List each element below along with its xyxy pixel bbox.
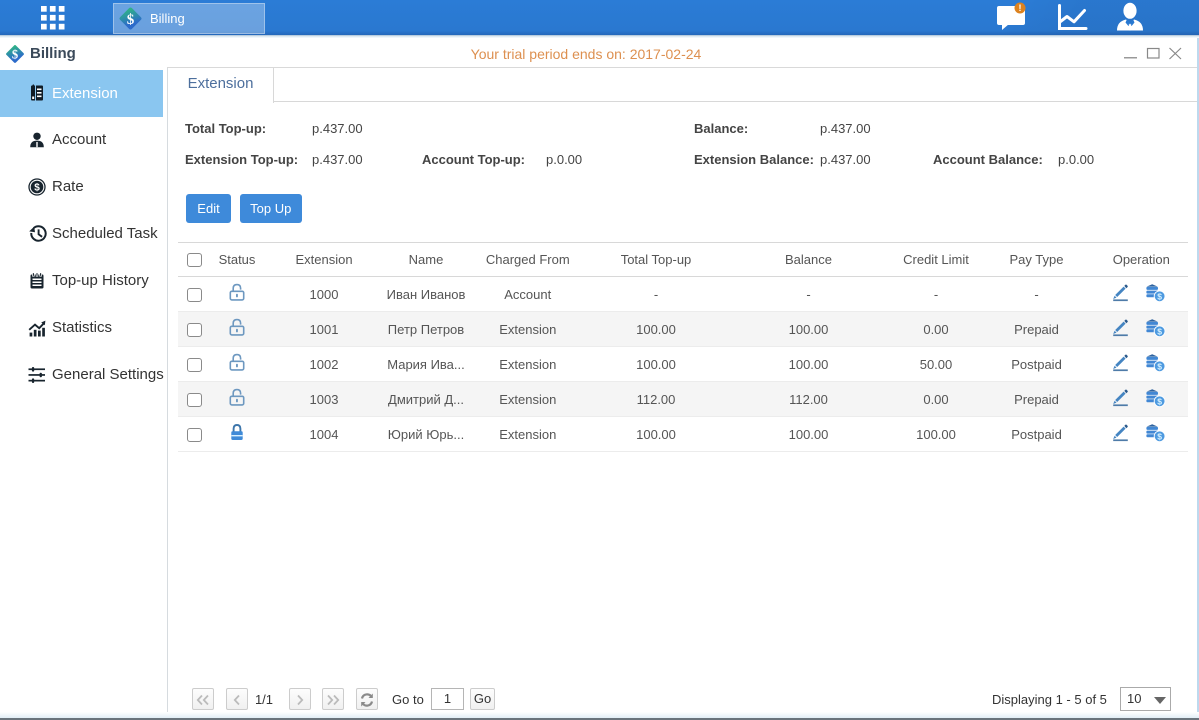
- svg-text:$: $: [127, 12, 135, 28]
- svg-text:$: $: [34, 182, 40, 193]
- svg-text:$: $: [1157, 291, 1162, 301]
- svg-text:$: $: [1157, 431, 1162, 441]
- svg-text:$: $: [12, 48, 18, 62]
- svg-text:$: $: [1157, 326, 1162, 336]
- svg-text:!: !: [1019, 3, 1022, 13]
- svg-text:$: $: [1157, 396, 1162, 406]
- svg-text:$: $: [1157, 361, 1162, 371]
